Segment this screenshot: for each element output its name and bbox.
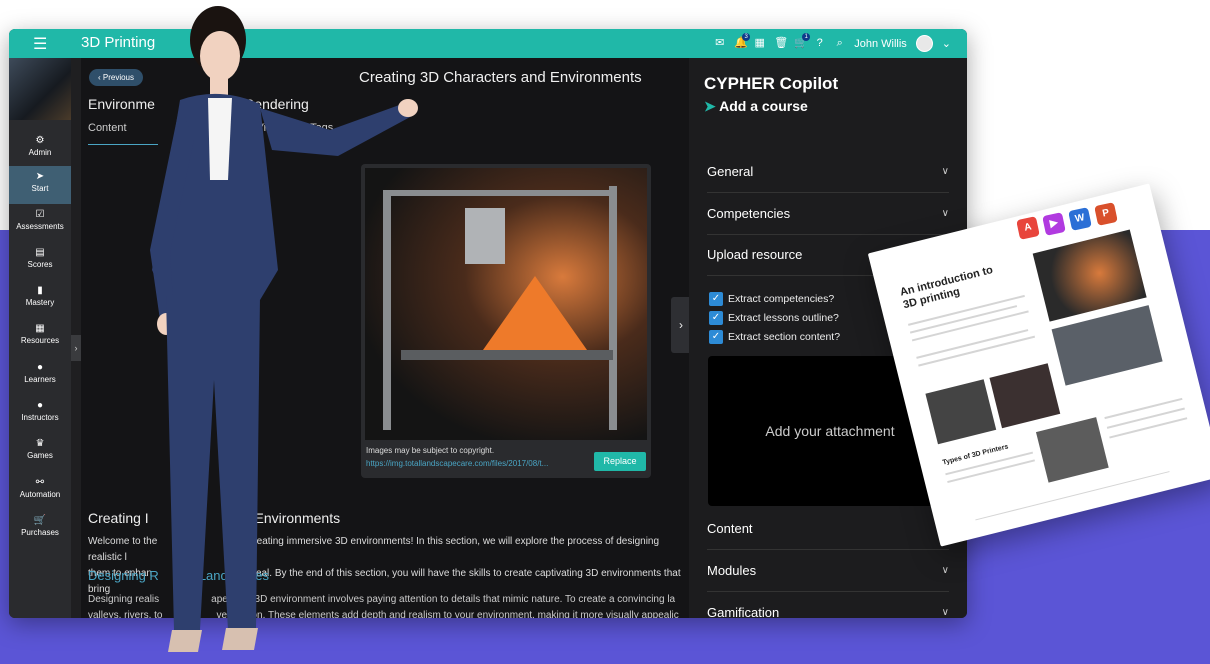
document-image bbox=[1035, 417, 1109, 483]
pdf-icon: A bbox=[1016, 216, 1040, 240]
sidebar-item-learners[interactable]: ● Learners bbox=[9, 357, 71, 395]
accordion-label: Gamification bbox=[707, 605, 780, 618]
sidebar-collapse-tab[interactable]: › bbox=[71, 335, 81, 361]
cart-icon[interactable]: 🛒 1 bbox=[794, 33, 811, 49]
calendar-icon[interactable]: ▦ bbox=[754, 38, 765, 49]
sidebar-item-assessments[interactable]: ☑ Assessments bbox=[9, 204, 71, 242]
sidebar-item-label: Mastery bbox=[25, 298, 55, 307]
calculator-icon: ▤ bbox=[35, 247, 45, 258]
sidebar-item-scores[interactable]: ▤ Scores bbox=[9, 242, 71, 280]
nodes-icon: ⚯ bbox=[35, 477, 45, 488]
sidebar: ⚙ Admin ➤ Start ☑ Assessments ▤ Scores ▮ Mast… bbox=[9, 58, 71, 618]
sidebar-item-label: Games bbox=[27, 451, 53, 460]
sidebar-item-automation[interactable]: ⚯ Automation bbox=[9, 472, 71, 510]
accordion-label: Competencies bbox=[707, 206, 791, 221]
accordion-modules[interactable]: Modules ∨ bbox=[707, 550, 949, 592]
accordion-label: Upload resource bbox=[707, 247, 803, 262]
sidebar-item-label: Resources bbox=[20, 336, 60, 345]
marketing-stage: ☰ 3D Printing ✉ 🔔 3 ▦ 🗑 🛒 1 ? ⌕ John Willi… bbox=[0, 0, 1210, 664]
help-icon[interactable]: ? bbox=[814, 38, 825, 49]
cart-badge: 1 bbox=[802, 33, 811, 41]
sidebar-item-instructors[interactable]: ● Instructors bbox=[9, 395, 71, 433]
checkbox-label: Extract lessons outline? bbox=[728, 312, 839, 324]
check-icon: ✓ bbox=[709, 292, 723, 306]
document-image bbox=[1051, 305, 1163, 386]
mail-icon[interactable]: ✉ bbox=[714, 38, 725, 49]
sidebar-item-start[interactable]: ➤ Start bbox=[9, 166, 71, 204]
user-name[interactable]: John Willis bbox=[854, 38, 907, 50]
print-bed bbox=[401, 350, 613, 360]
trash-icon[interactable]: 🗑 bbox=[774, 38, 788, 49]
sidebar-item-mastery[interactable]: ▮ Mastery bbox=[9, 280, 71, 318]
search-icon[interactable]: ⌕ bbox=[834, 38, 845, 49]
notification-badge: 3 bbox=[742, 33, 751, 41]
sidebar-item-resources[interactable]: ▦ Resources bbox=[9, 318, 71, 356]
document-image bbox=[989, 363, 1061, 429]
sidebar-item-admin[interactable]: ⚙ Admin bbox=[9, 130, 71, 168]
copilot-subtitle-label: Add a course bbox=[719, 98, 808, 114]
cart-icon: 🛒 bbox=[33, 515, 47, 526]
chevron-down-icon: ∨ bbox=[941, 565, 949, 576]
accordion-general[interactable]: General ∨ bbox=[707, 151, 949, 193]
video-icon: ▶ bbox=[1042, 212, 1066, 236]
avatar[interactable] bbox=[915, 35, 933, 52]
file-type-icons: A ▶ W P bbox=[1016, 202, 1128, 240]
checkbox-extract-section[interactable]: ✓ Extract section content? bbox=[709, 330, 840, 344]
checkbox-label: Extract competencies? bbox=[728, 293, 835, 305]
sidebar-item-label: Instructors bbox=[21, 413, 59, 422]
accordion-gamification[interactable]: Gamification ∨ bbox=[707, 592, 949, 618]
checkbox-icon: ☑ bbox=[35, 209, 45, 220]
top-icons: ✉ 🔔 3 ▦ 🗑 🛒 1 ? ⌕ John Willis ⌄ bbox=[714, 33, 951, 52]
trophy-icon: ♛ bbox=[35, 438, 45, 449]
word-icon: W bbox=[1068, 207, 1092, 231]
copilot-title: CYPHER Copilot bbox=[704, 74, 839, 93]
checkbox-extract-lessons[interactable]: ✓ Extract lessons outline? bbox=[709, 311, 839, 325]
check-icon: ✓ bbox=[709, 330, 723, 344]
accordion-label: Content bbox=[707, 521, 753, 536]
document-image bbox=[1032, 229, 1147, 322]
replace-button[interactable]: Replace bbox=[594, 452, 646, 471]
chevron-down-icon: ∨ bbox=[941, 166, 949, 177]
sidebar-item-label: Purchases bbox=[21, 528, 59, 537]
presenter-figure bbox=[150, 6, 418, 652]
chevron-down-icon: ∨ bbox=[941, 208, 949, 219]
check-icon: ✓ bbox=[709, 311, 723, 325]
accordion-competencies[interactable]: Competencies ∨ bbox=[707, 193, 949, 235]
sidebar-item-purchases[interactable]: 🛒 Purchases bbox=[9, 510, 71, 548]
people-icon: ● bbox=[36, 400, 44, 411]
bar-chart-icon: ▮ bbox=[37, 285, 43, 296]
person-icon: ● bbox=[36, 362, 44, 373]
hamburger-icon[interactable]: ☰ bbox=[33, 34, 47, 54]
sidebar-item-label: Automation bbox=[19, 490, 61, 499]
printed-pyramid bbox=[483, 276, 587, 350]
send-icon: ➤ bbox=[35, 171, 45, 182]
checkbox-extract-competencies[interactable]: ✓ Extract competencies? bbox=[709, 292, 834, 306]
notification-icon[interactable]: 🔔 3 bbox=[734, 33, 751, 49]
sidebar-item-label: Start bbox=[31, 184, 49, 193]
chevron-down-icon: ∨ bbox=[941, 607, 949, 618]
powerpoint-icon: P bbox=[1094, 202, 1118, 226]
copilot-subtitle: ➤ Add a course bbox=[704, 98, 808, 115]
sidebar-item-games[interactable]: ♛ Games bbox=[9, 433, 71, 471]
accordion-label: General bbox=[707, 164, 754, 179]
accordion-content[interactable]: Content∨ bbox=[707, 508, 949, 550]
chevron-down-icon[interactable]: ⌄ bbox=[942, 37, 951, 50]
gear-icon: ⚙ bbox=[35, 135, 45, 146]
course-thumbnail bbox=[9, 58, 71, 120]
accordion-label: Modules bbox=[707, 563, 757, 578]
sidebar-item-label: Scores bbox=[27, 260, 53, 269]
grid-icon: ▦ bbox=[35, 323, 45, 334]
document-image bbox=[925, 379, 997, 445]
checkbox-label: Extract section content? bbox=[728, 331, 841, 343]
sidebar-item-label: Admin bbox=[28, 148, 52, 157]
document-subheading: Types of 3D Printers bbox=[941, 443, 1010, 467]
panel-toggle-button[interactable]: › bbox=[671, 297, 691, 353]
sidebar-item-label: Assessments bbox=[16, 222, 64, 231]
sidebar-item-label: Learners bbox=[24, 375, 56, 384]
send-icon: ➤ bbox=[704, 98, 716, 114]
